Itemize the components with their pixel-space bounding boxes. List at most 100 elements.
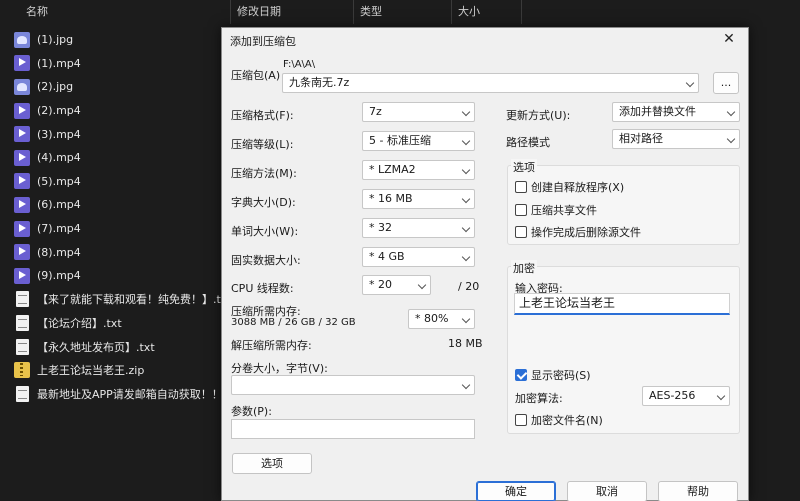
memory-percent-value: * 80% (415, 312, 449, 325)
file-row[interactable]: (8).mp4 (0, 240, 222, 264)
chevron-down-icon (726, 134, 736, 144)
file-row[interactable]: (1).jpg (0, 28, 222, 52)
encryption-method-label: 加密算法: (515, 392, 563, 405)
password-input[interactable]: 上老王论坛当老王 (514, 293, 730, 315)
file-row[interactable]: 最新地址及APP请发邮箱自动获取！！！... (0, 382, 222, 406)
file-name: (3).mp4 (37, 127, 81, 141)
word-size-select[interactable]: * 32 (362, 218, 475, 238)
dictionary-label: 字典大小(D): (231, 196, 296, 209)
dialog-title: 添加到压缩包 (230, 35, 296, 48)
cpu-threads-total: / 20 (458, 280, 480, 293)
help-button[interactable]: 帮助 (658, 481, 738, 501)
file-row[interactable]: (3).mp4 (0, 122, 222, 146)
level-label: 压缩等级(L): (231, 138, 294, 151)
file-row[interactable]: (1).mp4 (0, 52, 222, 76)
cpu-threads-select[interactable]: * 20 (362, 275, 431, 295)
word-size-value: * 32 (369, 221, 392, 234)
format-select[interactable]: 7z (362, 102, 475, 122)
ok-button[interactable]: 确定 (476, 481, 556, 501)
txt-file-icon (16, 338, 29, 355)
encryption-group-title: 加密 (511, 260, 537, 276)
decompress-memory-label: 解压缩所需内存: (231, 339, 312, 352)
parameters-label: 参数(P): (231, 405, 272, 418)
encrypt-names-checkbox[interactable]: 加密文件名(N) (515, 412, 603, 428)
file-row[interactable]: (5).mp4 (0, 170, 222, 194)
file-name: (4).mp4 (37, 151, 81, 165)
file-row[interactable]: 【永久地址发布页】.txt (0, 335, 222, 359)
close-icon[interactable]: ✕ (714, 28, 744, 50)
cpu-threads-value: * 20 (369, 278, 392, 291)
checkbox-unchecked-icon (515, 181, 527, 193)
path-mode-select[interactable]: 相对路径 (612, 129, 740, 149)
mp4-file-icon (14, 55, 30, 72)
file-row[interactable]: (2).mp4 (0, 99, 222, 123)
txt-file-icon (16, 291, 29, 308)
file-name: (9).mp4 (37, 269, 81, 283)
cpu-threads-label: CPU 线程数: (231, 282, 294, 295)
word-size-label: 单词大小(W): (231, 225, 299, 238)
update-mode-value: 添加并替换文件 (619, 105, 696, 118)
file-name: 上老王论坛当老王.zip (37, 364, 145, 378)
create-sfx-checkbox[interactable]: 创建自释放程序(X) (515, 179, 624, 195)
method-select[interactable]: * LZMA2 (362, 160, 475, 180)
file-name: (1).mp4 (37, 56, 81, 70)
file-row[interactable]: (6).mp4 (0, 193, 222, 217)
level-select[interactable]: 5 - 标准压缩 (362, 131, 475, 151)
compress-shared-checkbox[interactable]: 压缩共享文件 (515, 202, 597, 218)
file-name: (6).mp4 (37, 198, 81, 212)
archive-path: F:\A\A\ (283, 59, 316, 70)
file-row[interactable]: (4).mp4 (0, 146, 222, 170)
options-button[interactable]: 选项 (232, 453, 312, 474)
chevron-down-icon (726, 107, 736, 117)
browse-button[interactable]: ... (713, 72, 739, 94)
parameters-input[interactable] (231, 419, 475, 439)
format-value: 7z (369, 105, 382, 118)
file-row[interactable]: 上老王论坛当老王.zip (0, 358, 222, 382)
file-row[interactable]: 【来了就能下载和观看！纯免费！】.txt (0, 288, 222, 312)
decompress-memory-value: 18 MB (448, 337, 483, 350)
file-row[interactable]: (2).jpg (0, 75, 222, 99)
checkbox-unchecked-icon (515, 204, 527, 216)
chevron-down-icon (461, 314, 471, 324)
file-row[interactable]: (7).mp4 (0, 217, 222, 241)
chevron-down-icon (461, 136, 471, 146)
show-password-checkbox[interactable]: 显示密码(S) (515, 367, 591, 383)
encrypt-names-label: 加密文件名(N) (531, 414, 603, 427)
path-mode-value: 相对路径 (619, 132, 663, 145)
chevron-down-icon (461, 107, 471, 117)
update-mode-select[interactable]: 添加并替换文件 (612, 102, 740, 122)
delete-after-checkbox[interactable]: 操作完成后删除源文件 (515, 224, 641, 240)
solid-block-select[interactable]: * 4 GB (362, 247, 475, 267)
jpg-file-icon (14, 78, 30, 95)
txt-file-icon (16, 385, 29, 402)
mp4-file-icon (14, 102, 30, 119)
file-row[interactable]: (9).mp4 (0, 264, 222, 288)
add-to-archive-dialog: 添加到压缩包 ✕ 压缩包(A) F:\A\A\ 九条南无.7z ... 压缩格式… (221, 27, 749, 501)
split-volume-combo[interactable] (231, 375, 475, 395)
update-mode-label: 更新方式(U): (506, 109, 571, 122)
cancel-button[interactable]: 取消 (567, 481, 647, 501)
file-row[interactable]: 【论坛介绍】.txt (0, 311, 222, 335)
chevron-down-icon (461, 252, 471, 262)
chevron-down-icon (716, 391, 726, 401)
split-volume-label: 分卷大小，字节(V): (231, 362, 328, 375)
method-value: * LZMA2 (369, 163, 416, 176)
file-name: (1).jpg (37, 33, 74, 47)
column-header-size[interactable]: 大小 (452, 0, 522, 24)
checkbox-unchecked-icon (515, 226, 527, 238)
chevron-down-icon (461, 380, 471, 390)
archive-name-combo[interactable]: 九条南无.7z (282, 73, 699, 93)
file-name: (8).mp4 (37, 245, 81, 259)
show-password-label: 显示密码(S) (531, 369, 591, 382)
path-mode-label: 路径模式 (506, 136, 550, 149)
txt-file-icon (16, 314, 29, 331)
dictionary-select[interactable]: * 16 MB (362, 189, 475, 209)
chevron-down-icon (461, 194, 471, 204)
encryption-method-select[interactable]: AES-256 (642, 386, 730, 406)
checkbox-unchecked-icon (515, 414, 527, 426)
create-sfx-label: 创建自释放程序(X) (531, 181, 625, 194)
chevron-down-icon (417, 280, 427, 290)
column-header-modified[interactable]: 修改日期 (230, 0, 354, 24)
column-header-type[interactable]: 类型 (354, 0, 452, 24)
memory-percent-select[interactable]: * 80% (408, 309, 475, 329)
